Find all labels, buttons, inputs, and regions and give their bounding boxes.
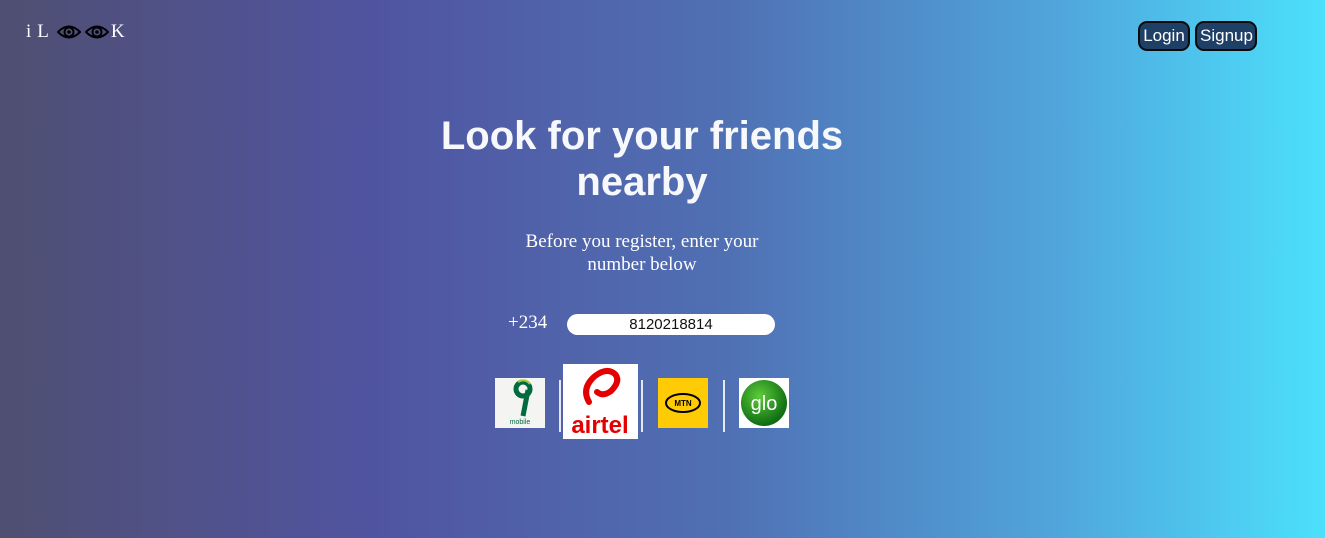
- auth-buttons: Login Signup: [1138, 21, 1257, 51]
- carrier-divider: [641, 380, 643, 432]
- logo-letter-l: L: [37, 21, 49, 42]
- logo-letter-k: K: [110, 21, 125, 42]
- carrier-mtn-text: MTN: [674, 399, 692, 408]
- carrier-glo-logo[interactable]: glo: [739, 378, 789, 428]
- carrier-airtel-text: airtel: [571, 412, 628, 439]
- country-code: +234: [508, 312, 548, 333]
- phone-number-input[interactable]: [567, 314, 775, 335]
- carrier-divider: [559, 380, 561, 432]
- logo-letter-i: i: [26, 21, 32, 42]
- app-logo[interactable]: i L K: [26, 20, 125, 44]
- signup-button[interactable]: Signup: [1195, 21, 1257, 51]
- carrier-divider: [723, 380, 725, 432]
- carrier-9mobile-text: mobile: [510, 419, 531, 426]
- carrier-glo-text: glo: [751, 393, 778, 415]
- eye-icon: [56, 22, 82, 42]
- carrier-airtel-logo[interactable]: airtel: [563, 364, 638, 439]
- login-button[interactable]: Login: [1138, 21, 1190, 51]
- carrier-9mobile-logo[interactable]: mobile: [495, 378, 545, 428]
- carrier-mtn-logo[interactable]: MTN: [658, 378, 708, 428]
- eye-icon: [84, 22, 110, 42]
- page-title: Look for your friends nearby: [440, 114, 844, 204]
- page-subtitle: Before you register, enter your number b…: [525, 231, 759, 275]
